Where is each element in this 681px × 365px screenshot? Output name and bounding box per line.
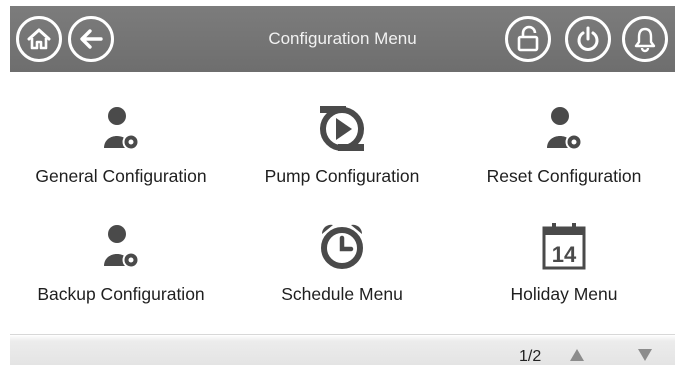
page-down-icon[interactable]	[638, 349, 652, 361]
menu-item-label: Holiday Menu	[510, 284, 618, 304]
unlock-icon	[517, 25, 539, 52]
menu-item-holiday-menu[interactable]: 14 Holiday Menu	[453, 190, 675, 308]
menu-item-backup-configuration[interactable]: Backup Configuration	[10, 190, 232, 308]
menu-item-label: Schedule Menu	[281, 284, 403, 304]
alarm-clock-icon	[316, 210, 368, 272]
alarm-button[interactable]	[622, 16, 668, 62]
page-indicator: 1/2	[519, 348, 542, 365]
footer-bar: 1/2	[10, 334, 675, 365]
menu-item-schedule-menu[interactable]: Schedule Menu	[231, 190, 453, 308]
power-button[interactable]	[565, 16, 611, 62]
calendar-icon: 14	[540, 210, 588, 272]
menu-item-pump-configuration[interactable]: Pump Configuration	[231, 72, 453, 190]
menu-item-general-configuration[interactable]: General Configuration	[10, 72, 232, 190]
page-up-icon[interactable]	[570, 349, 584, 361]
menu-item-reset-configuration[interactable]: Reset Configuration	[453, 72, 675, 190]
calendar-day: 14	[552, 242, 577, 267]
menu-item-label: Pump Configuration	[264, 166, 420, 186]
lock-button[interactable]	[505, 16, 551, 62]
back-button[interactable]	[68, 16, 114, 62]
menu-item-label: Backup Configuration	[37, 284, 205, 304]
menu-item-label: Reset Configuration	[486, 166, 642, 186]
user-gear-icon	[101, 92, 141, 154]
back-arrow-icon	[80, 29, 103, 49]
home-icon	[27, 28, 51, 50]
menu-item-label: General Configuration	[35, 166, 207, 186]
power-icon	[577, 26, 599, 51]
user-gear-icon	[544, 92, 584, 154]
home-button[interactable]	[16, 16, 62, 62]
user-gear-icon	[101, 210, 141, 272]
bell-icon	[634, 27, 656, 53]
header-bar: Configuration Menu	[10, 6, 675, 72]
pump-icon	[316, 92, 368, 154]
menu-grid: General Configuration Pump Configuration	[10, 72, 675, 334]
screen: Configuration Menu General Configuration…	[0, 0, 681, 365]
